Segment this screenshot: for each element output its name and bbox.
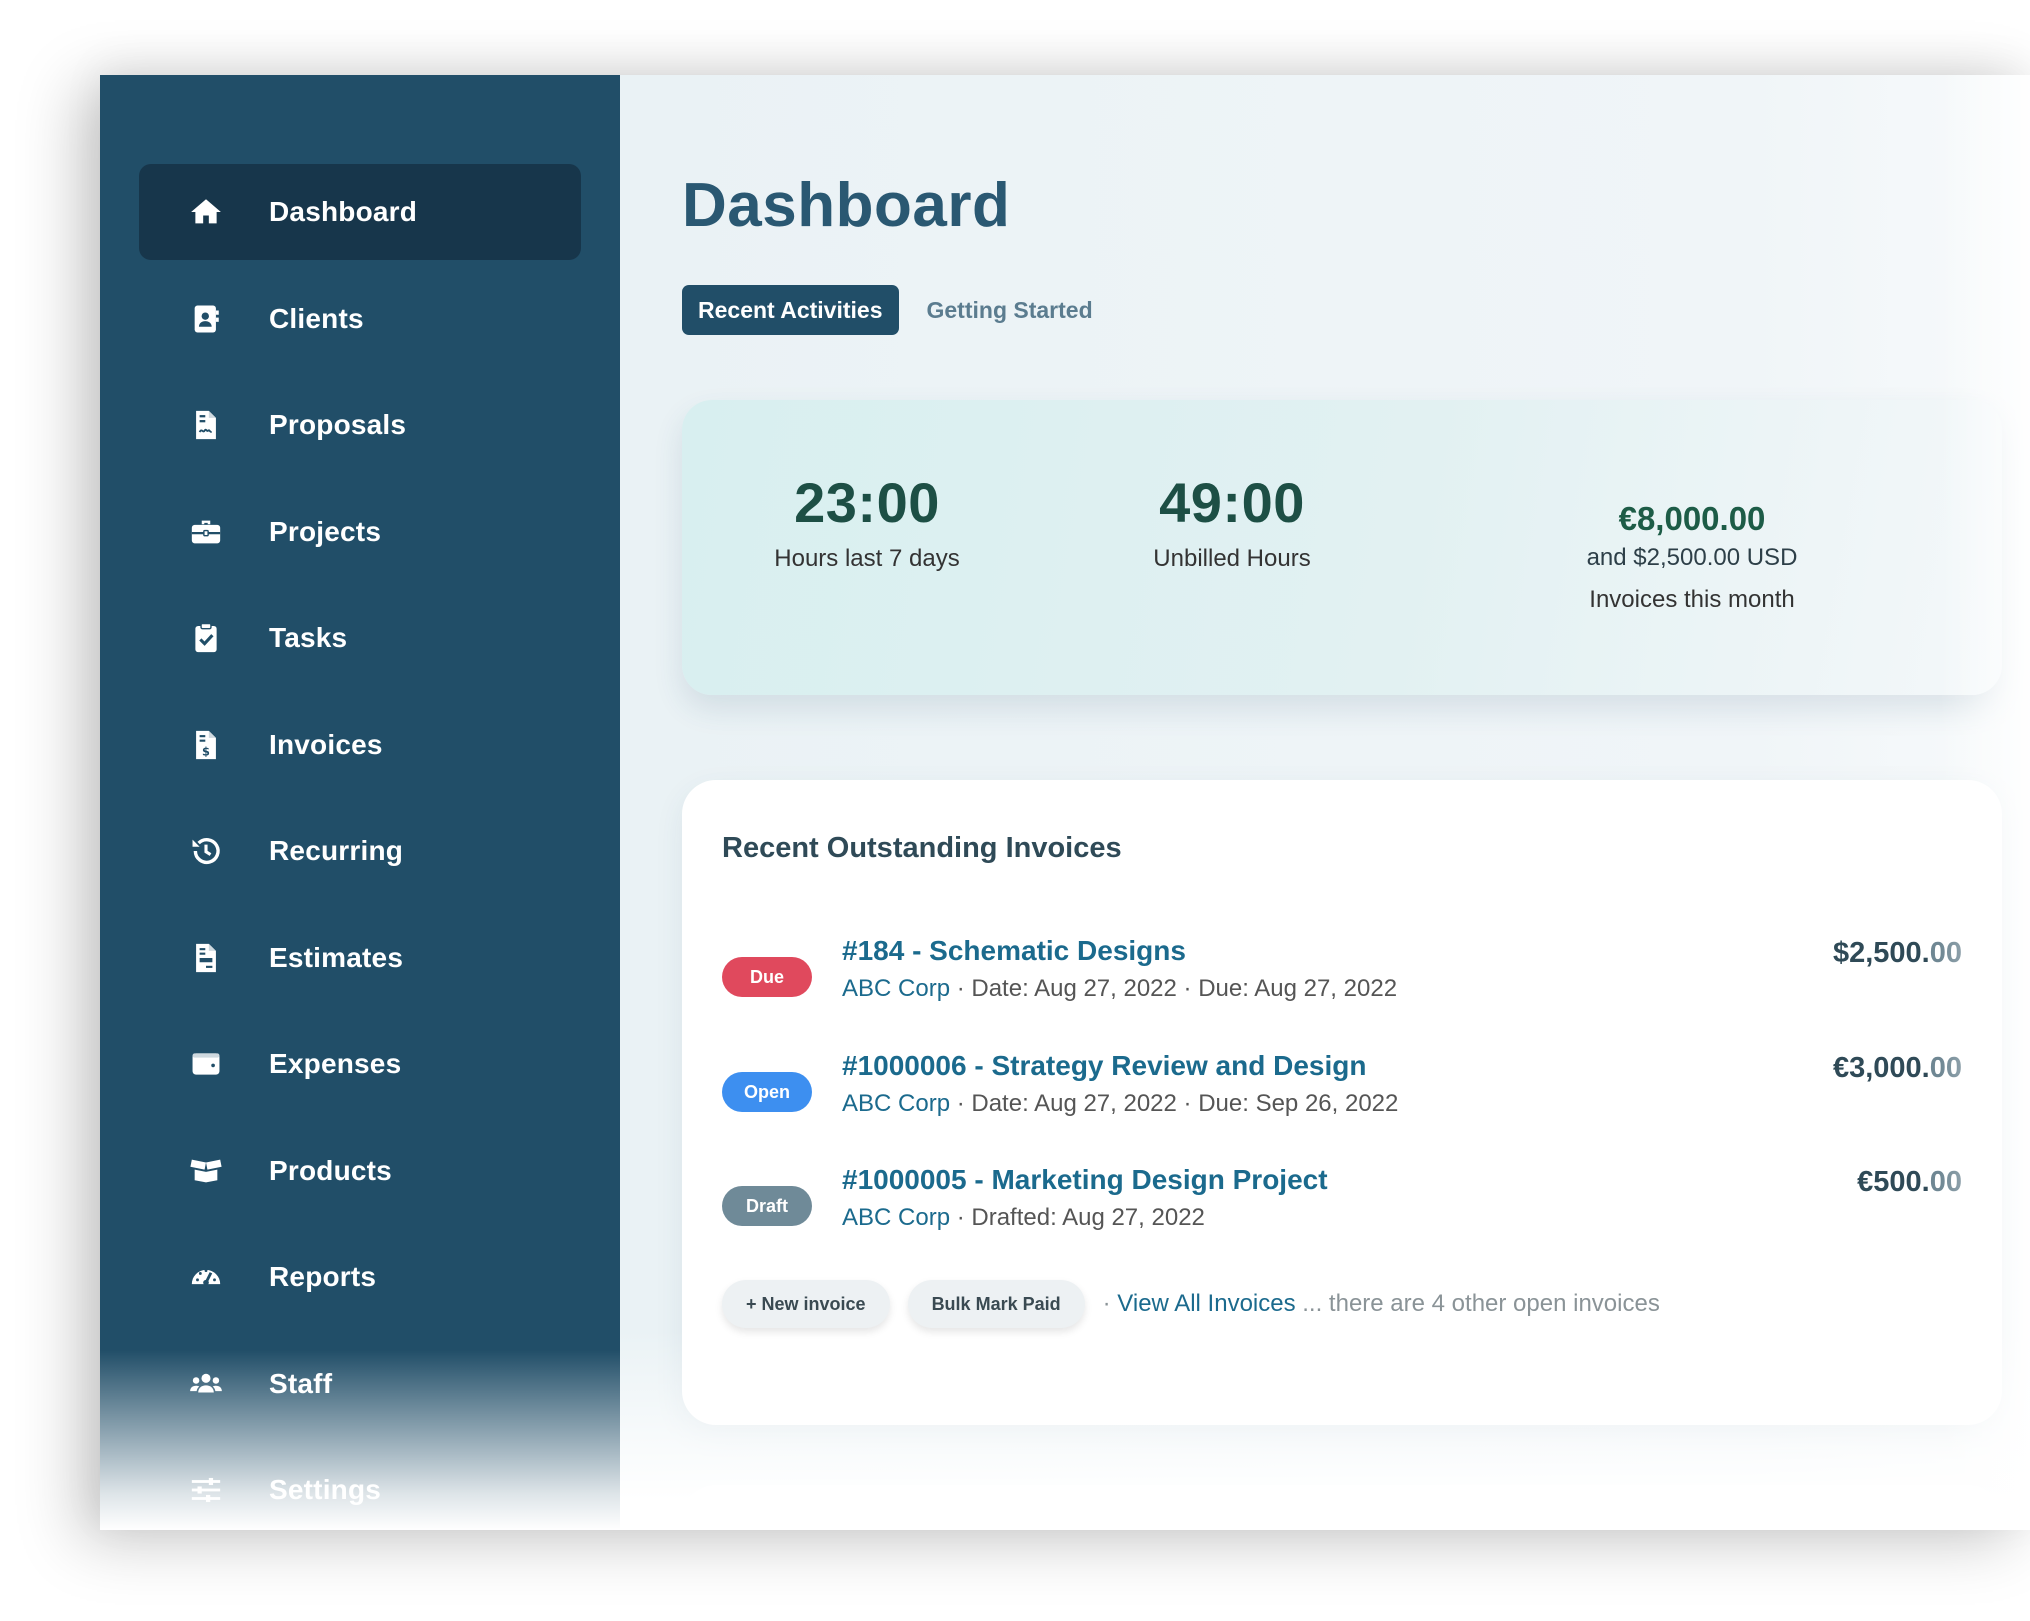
sidebar-item-label: Products [269, 1154, 392, 1186]
sidebar-item-dashboard[interactable]: Dashboard [139, 164, 581, 260]
view-all-invoices-link[interactable]: View All Invoices [1117, 1290, 1295, 1317]
page-title: Dashboard [682, 171, 1011, 240]
amount-cents: 00 [1929, 1166, 1962, 1198]
sidebar-item-invoices[interactable]: $ Invoices [139, 697, 581, 793]
svg-text:$: $ [202, 744, 210, 758]
clipboard-check-icon [189, 621, 223, 655]
invoice-row[interactable]: Due #184 - Schematic Designs ABC Corp · … [722, 935, 1962, 1015]
sidebar-item-estimates[interactable]: Estimates [139, 910, 581, 1006]
other-invoices-note: ... there are 4 other open invoices [1295, 1290, 1660, 1317]
sidebar-item-label: Estimates [269, 941, 404, 973]
invoice-dollar-icon: $ [189, 728, 223, 762]
sidebar-item-label: Reports [269, 1261, 377, 1292]
invoice-dates: · Drafted: Aug 27, 2022 [950, 1204, 1205, 1231]
invoice-actions: + New invoice Bulk Mark Paid · View All … [722, 1280, 1660, 1328]
main-content: Dashboard Recent Activities Getting Star… [620, 75, 2030, 1530]
amount-main: $2,500. [1832, 937, 1930, 969]
stat-label: Invoices this month [1589, 586, 1795, 613]
sidebar-nav: Dashboard Clients Proposals Projects Tas… [139, 164, 581, 1530]
gauge-icon [189, 1260, 223, 1294]
outstanding-invoices-card: Recent Outstanding Invoices Due #184 - S… [682, 780, 2002, 1425]
sidebar-item-products[interactable]: Products [139, 1123, 581, 1219]
estimate-document-icon [189, 941, 223, 975]
stat-value: 23:00 [794, 471, 940, 534]
invoice-amount: €3,000.00 [1833, 1052, 1962, 1085]
amount-main: €500. [1857, 1166, 1930, 1198]
status-badge-due: Due [722, 957, 812, 997]
invoice-title-link[interactable]: #1000006 - Strategy Review and Design [842, 1050, 1366, 1082]
amount-main: €3,000. [1832, 1052, 1930, 1084]
new-invoice-button[interactable]: + New invoice [722, 1280, 890, 1328]
separator-dot: · [1102, 1290, 1118, 1317]
signed-document-icon [189, 408, 223, 442]
invoices-footer-note: · View All Invoices ... there are 4 othe… [1103, 1290, 1660, 1318]
sidebar-item-label: Expenses [269, 1048, 402, 1079]
wallet-icon [189, 1047, 223, 1081]
stat-value: 49:00 [1159, 471, 1305, 534]
sidebar-item-label: Projects [269, 515, 382, 547]
sidebar-item-tasks[interactable]: Tasks [139, 590, 581, 686]
sidebar-item-recurring[interactable]: Recurring [139, 803, 581, 899]
sidebar-item-clients[interactable]: Clients [139, 271, 581, 367]
next-card-partial [682, 1485, 2002, 1530]
home-icon [189, 195, 223, 229]
invoice-dates: · Date: Aug 27, 2022 · Due: Sep 26, 2022 [950, 1090, 1399, 1117]
history-icon [189, 834, 223, 868]
sidebar-item-label: Dashboard [269, 196, 418, 227]
invoice-amount: $2,500.00 [1833, 937, 1962, 970]
invoice-row[interactable]: Open #1000006 - Strategy Review and Desi… [722, 1050, 1962, 1130]
sidebar: Dashboard Clients Proposals Projects Tas… [100, 75, 620, 1530]
status-badge-draft: Draft [722, 1186, 812, 1226]
briefcase-icon [189, 515, 223, 549]
tab-bar: Recent Activities Getting Started [682, 285, 1121, 335]
invoice-meta: ABC Corp · Date: Aug 27, 2022 · Due: Sep… [842, 1090, 1398, 1118]
app-window: Dashboard Clients Proposals Projects Tas… [100, 75, 2030, 1530]
status-badge-open: Open [722, 1072, 812, 1112]
stats-card: 23:00 Hours last 7 days 49:00 Unbilled H… [682, 400, 2002, 695]
invoice-amount: €500.00 [1857, 1166, 1962, 1199]
sidebar-item-projects[interactable]: Projects [139, 484, 581, 580]
stat-invoices-this-month: €8,000.00 and $2,500.00 USD Invoices thi… [1532, 500, 1852, 614]
sidebar-item-label: Proposals [269, 409, 407, 440]
sidebar-item-label: Settings [269, 1474, 382, 1505]
box-open-icon [189, 1154, 223, 1188]
sidebar-item-expenses[interactable]: Expenses [139, 1016, 581, 1112]
invoice-dates: · Date: Aug 27, 2022 · Due: Aug 27, 2022 [950, 975, 1398, 1002]
sidebar-item-label: Invoices [269, 728, 383, 760]
client-link[interactable]: ABC Corp [842, 975, 950, 1002]
sidebar-item-label: Recurring [269, 835, 404, 866]
stat-unbilled-hours: 49:00 Unbilled Hours [1107, 470, 1357, 573]
stat-label: Unbilled Hours [1153, 545, 1311, 572]
invoice-row[interactable]: Draft #1000005 - Marketing Design Projec… [722, 1164, 1962, 1244]
sidebar-item-label: Staff [269, 1367, 333, 1399]
card-title: Recent Outstanding Invoices [722, 832, 1122, 864]
sidebar-item-staff[interactable]: Staff [139, 1336, 581, 1432]
tab-getting-started[interactable]: Getting Started [911, 285, 1109, 335]
client-link[interactable]: ABC Corp [842, 1204, 950, 1231]
sidebar-item-label: Tasks [269, 622, 348, 653]
tab-recent-activities[interactable]: Recent Activities [682, 285, 899, 335]
amount-cents: 00 [1929, 937, 1962, 969]
stat-hours-last-7-days: 23:00 Hours last 7 days [742, 470, 992, 573]
invoice-meta: ABC Corp · Date: Aug 27, 2022 · Due: Aug… [842, 975, 1397, 1003]
invoice-title-link[interactable]: #1000005 - Marketing Design Project [842, 1164, 1328, 1196]
sidebar-item-reports[interactable]: Reports [139, 1229, 581, 1325]
users-icon [189, 1367, 223, 1401]
sidebar-item-proposals[interactable]: Proposals [139, 377, 581, 473]
amount-cents: 00 [1929, 1052, 1962, 1084]
sidebar-item-settings[interactable]: Settings [139, 1442, 581, 1530]
client-link[interactable]: ABC Corp [842, 1090, 950, 1117]
contact-card-icon [189, 302, 223, 336]
stat-secondary-value: and $2,500.00 USD [1586, 544, 1798, 571]
bulk-mark-paid-button[interactable]: Bulk Mark Paid [907, 1280, 1085, 1328]
stat-label: Hours last 7 days [774, 545, 960, 572]
sidebar-item-label: Clients [269, 302, 364, 334]
invoice-title-link[interactable]: #184 - Schematic Designs [842, 935, 1186, 967]
invoice-meta: ABC Corp · Drafted: Aug 27, 2022 [842, 1204, 1205, 1232]
sliders-icon [189, 1473, 223, 1507]
stat-value: €8,000.00 [1618, 500, 1766, 537]
